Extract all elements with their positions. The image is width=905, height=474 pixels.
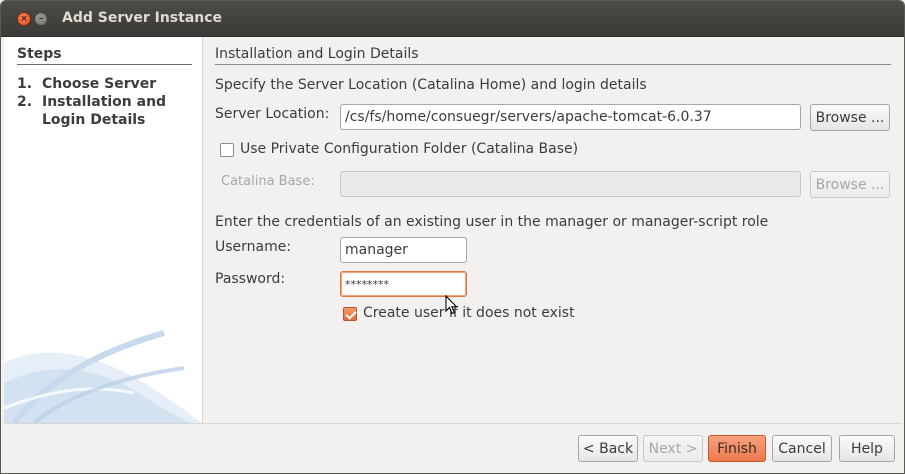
- username-label: Username:: [215, 239, 292, 255]
- cancel-button[interactable]: Cancel: [772, 435, 832, 462]
- dialog-window: × – Add Server Instance Steps 1. Choose …: [0, 0, 905, 474]
- create-user-checkbox[interactable]: [343, 307, 357, 321]
- password-label: Password:: [215, 271, 286, 287]
- private-config-checkbox[interactable]: [220, 143, 234, 157]
- mouse-pointer-icon: [445, 295, 458, 315]
- credentials-intro: Enter the credentials of an existing use…: [215, 214, 769, 230]
- catalina-base-input[interactable]: [340, 171, 801, 197]
- server-location-label: Server Location:: [215, 106, 330, 122]
- section-title: Installation and Login Details: [215, 46, 419, 62]
- steps-title: Steps: [17, 46, 62, 62]
- decorative-swoosh-graphic: [4, 330, 202, 423]
- catalina-base-label: Catalina Base:: [221, 174, 315, 189]
- server-location-browse-button[interactable]: Browse ...: [810, 104, 890, 131]
- steps-panel: Steps 1. Choose Server 2. Installation a…: [4, 37, 203, 423]
- help-button[interactable]: Help: [839, 435, 895, 462]
- password-input[interactable]: ********: [340, 271, 467, 297]
- step-choose-server: 1. Choose Server: [17, 75, 182, 93]
- username-input[interactable]: manager: [340, 237, 467, 263]
- button-bar: < Back Next > Finish Cancel Help: [4, 423, 902, 473]
- content-panel: Installation and Login Details Specify t…: [215, 37, 895, 423]
- dialog-body: Steps 1. Choose Server 2. Installation a…: [4, 37, 902, 423]
- title-bar[interactable]: × – Add Server Instance: [1, 1, 904, 37]
- catalina-base-browse-button[interactable]: Browse ...: [810, 171, 890, 198]
- server-location-intro: Specify the Server Location (Catalina Ho…: [215, 77, 647, 93]
- close-icon[interactable]: ×: [17, 12, 31, 26]
- next-button[interactable]: Next >: [643, 435, 703, 462]
- step-label: Installation and Login Details: [42, 94, 167, 128]
- step-installation-login: 2. Installation and Login Details: [17, 93, 182, 129]
- finish-button[interactable]: Finish: [708, 435, 766, 462]
- minimize-icon[interactable]: –: [34, 12, 48, 26]
- private-config-label[interactable]: Use Private Configuration Folder (Catali…: [240, 141, 578, 157]
- window-title: Add Server Instance: [62, 10, 223, 26]
- create-user-label[interactable]: Create user if it does not exist: [363, 305, 575, 321]
- back-button[interactable]: < Back: [578, 435, 638, 462]
- steps-divider: [17, 64, 192, 65]
- step-number: 2.: [17, 94, 33, 110]
- step-number: 1.: [17, 76, 33, 92]
- server-location-input[interactable]: /cs/fs/home/consuegr/servers/apache-tomc…: [340, 104, 801, 130]
- step-label: Choose Server: [42, 76, 157, 92]
- section-divider: [215, 64, 891, 65]
